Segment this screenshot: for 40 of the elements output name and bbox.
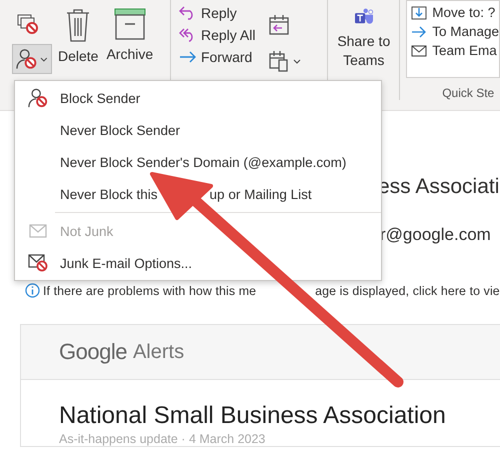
reply-button[interactable]: Reply [178,5,256,21]
info-icon [25,283,40,298]
envelope-icon [28,224,46,238]
sender-address: r@google.com [380,225,492,245]
ignore-icon[interactable] [17,14,39,34]
alert-title: National Small Business Association [59,402,447,430]
calendar-reply-icon[interactable] [269,14,290,36]
delete-button[interactable]: Delete [56,0,100,70]
quick-step-item[interactable]: To Manage [411,24,499,39]
archive-icon [114,8,146,40]
move-to-icon [411,6,428,20]
reply-all-button[interactable]: Reply All [178,27,256,43]
menu-item[interactable]: Junk E-mail Options... [15,247,381,279]
forward-icon [178,50,197,64]
archive-button[interactable]: Archive [104,0,156,70]
group-label: Quick Ste [441,85,496,100]
menu-item[interactable]: Block Sender [15,82,381,114]
share-to-teams-button[interactable]: Share to Teams [335,0,392,70]
menu-item[interactable]: Never Block Sender's Domain (@example.com) [15,146,381,178]
brand-logo: Google [59,339,127,365]
quick-step-item[interactable]: Move to: ? [411,5,499,20]
menu-item[interactable]: Never Block this up or Mailing List [15,178,381,210]
arrow-right-icon [411,24,428,38]
quick-step-item[interactable]: Team Ema [411,43,499,58]
info-bar-text[interactable]: If there are problems with how this me [43,284,256,298]
calendar-phone-icon [269,50,290,72]
caret-icon [293,58,302,64]
product-name: Alerts [132,340,184,364]
forward-button[interactable]: Forward [178,49,256,65]
junk-button[interactable] [12,44,52,74]
trash-icon [66,8,90,42]
alert-meta: As-it-happens update · 4 March 2023 [59,432,266,446]
envelope-icon [411,44,428,58]
junk-options-icon [28,254,48,272]
menu-item[interactable]: Never Block Sender [15,114,381,146]
caret-icon [40,56,48,62]
more-button[interactable] [269,50,302,72]
block-sender-icon [16,48,38,70]
block-sender-icon [28,88,48,108]
info-bar-text[interactable]: age is displayed, click here to vie [315,284,500,298]
